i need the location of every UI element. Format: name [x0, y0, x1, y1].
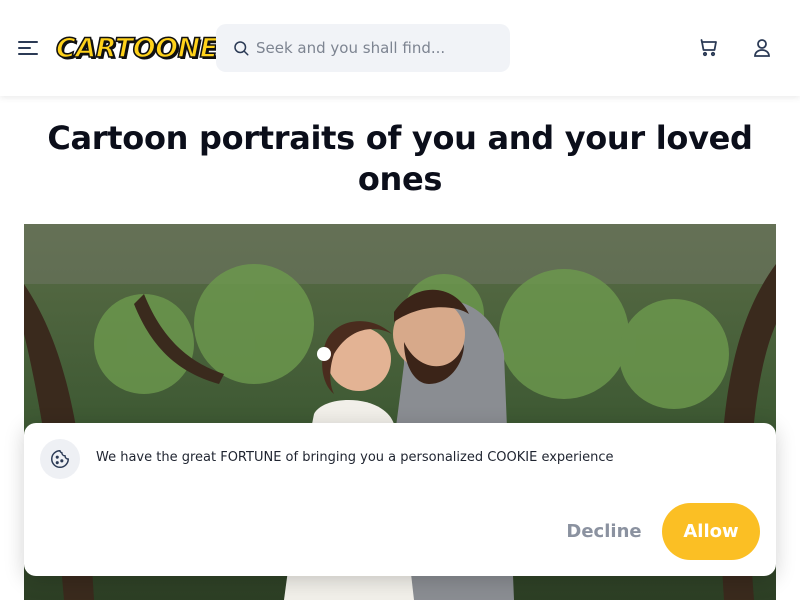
cookie-message: We have the great FORTUNE of bringing yo…: [96, 450, 614, 465]
search-input[interactable]: [256, 24, 506, 72]
cookie-icon: [51, 450, 69, 468]
cookie-banner: We have the great FORTUNE of bringing yo…: [24, 423, 776, 576]
cart-icon: [700, 39, 717, 57]
account-button[interactable]: [750, 36, 774, 60]
search-bar: [216, 24, 510, 72]
hamburger-menu-icon: [18, 41, 38, 43]
search-icon: [234, 41, 249, 56]
site-header: CARTOONELY: [0, 0, 800, 96]
hamburger-menu-icon-bar: [18, 53, 38, 55]
cart-button[interactable]: [698, 36, 722, 60]
cookie-icon-container: [40, 439, 80, 479]
hamburger-menu-icon-bar: [18, 47, 31, 49]
menu-button[interactable]: [16, 36, 40, 60]
allow-button[interactable]: Allow: [662, 503, 760, 560]
decline-button[interactable]: Decline: [564, 515, 644, 547]
user-icon: [754, 39, 770, 57]
page-title: Cartoon portraits of you and your loved …: [47, 119, 753, 198]
